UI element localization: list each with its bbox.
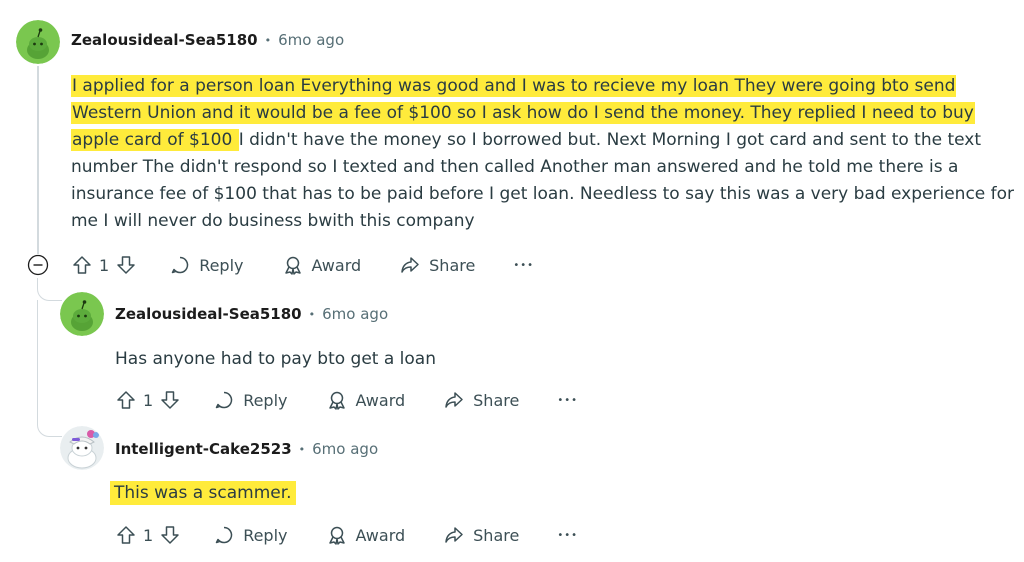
- award-label: Award: [355, 525, 406, 545]
- share-label: Share: [473, 525, 520, 545]
- more-icon: •••: [557, 529, 579, 541]
- action-bar: 1 Reply Award Share •••: [115, 521, 578, 549]
- share-label: Share: [473, 390, 520, 410]
- avatar[interactable]: [60, 426, 104, 470]
- avatar[interactable]: [16, 20, 60, 64]
- avatar[interactable]: [60, 292, 104, 336]
- award-button[interactable]: Award: [326, 524, 406, 546]
- share-button[interactable]: Share: [443, 524, 519, 546]
- award-button[interactable]: Award: [326, 389, 406, 411]
- share-icon: [445, 392, 463, 408]
- separator-dot: •: [308, 307, 316, 321]
- body-line: number The didn't respond so I texted an…: [71, 157, 959, 177]
- thread-line: [37, 66, 39, 254]
- comment-body: I applied for a person loan Everything w…: [71, 73, 1015, 235]
- timestamp[interactable]: 6mo ago: [312, 440, 378, 458]
- upvote-icon[interactable]: [115, 524, 137, 546]
- award-icon: [284, 256, 301, 275]
- body-line: insurance fee of $100 that has to be pai…: [71, 184, 1015, 204]
- more-icon: •••: [513, 259, 535, 271]
- downvote-icon[interactable]: [159, 524, 181, 546]
- reply-label: Reply: [199, 255, 244, 275]
- thread-line-branch: [37, 300, 62, 437]
- comment-body: This was a scammer.: [110, 480, 296, 507]
- share-icon: [445, 527, 463, 543]
- reply-button[interactable]: Reply: [169, 254, 244, 276]
- award-icon: [328, 526, 345, 545]
- username[interactable]: Zealousideal-Sea5180: [71, 31, 258, 49]
- comment-icon: [171, 256, 189, 274]
- highlighted-text: apple card of $100: [71, 129, 239, 151]
- reply-button[interactable]: Reply: [213, 524, 288, 546]
- body-text: I didn't have the money so I borrowed bu…: [238, 130, 982, 150]
- username[interactable]: Zealousideal-Sea5180: [115, 305, 302, 323]
- highlighted-text: This was a scammer.: [110, 481, 296, 505]
- timestamp[interactable]: 6mo ago: [278, 31, 344, 49]
- username[interactable]: Intelligent-Cake2523: [115, 440, 292, 458]
- downvote-icon[interactable]: [159, 389, 181, 411]
- share-button[interactable]: Share: [443, 389, 519, 411]
- reply-label: Reply: [243, 390, 288, 410]
- comment-icon: [215, 526, 233, 544]
- share-icon: [401, 257, 419, 273]
- more-options-button[interactable]: •••: [557, 530, 578, 541]
- share-button[interactable]: Share: [399, 254, 475, 276]
- highlighted-text: Western Union and it would be a fee of $…: [71, 102, 975, 124]
- award-button[interactable]: Award: [282, 254, 362, 276]
- action-bar: 1 Reply Award Share •••: [71, 251, 534, 279]
- more-options-button[interactable]: •••: [513, 260, 534, 271]
- share-label: Share: [429, 255, 476, 275]
- thread-line-branch: [37, 278, 62, 301]
- vote-count: 1: [99, 255, 110, 275]
- upvote-icon[interactable]: [71, 254, 93, 276]
- upvote-icon[interactable]: [115, 389, 137, 411]
- comment-icon: [215, 391, 233, 409]
- separator-dot: •: [298, 442, 306, 456]
- more-options-button[interactable]: •••: [557, 395, 578, 406]
- more-icon: •••: [557, 394, 579, 406]
- highlighted-text: I applied for a person loan Everything w…: [71, 75, 957, 97]
- reply-button[interactable]: Reply: [213, 389, 288, 411]
- separator-dot: •: [264, 33, 272, 47]
- action-bar: 1 Reply Award Share •••: [115, 386, 578, 414]
- reply-label: Reply: [243, 525, 288, 545]
- vote-count: 1: [143, 525, 154, 545]
- downvote-icon[interactable]: [115, 254, 137, 276]
- collapse-button[interactable]: [27, 254, 49, 276]
- award-icon: [328, 391, 345, 410]
- body-line: me I will never do business bwith this c…: [71, 211, 475, 231]
- comment-body: Has anyone had to pay bto get a loan: [115, 349, 436, 369]
- vote-count: 1: [143, 390, 154, 410]
- award-label: Award: [311, 255, 362, 275]
- timestamp[interactable]: 6mo ago: [322, 305, 388, 323]
- collapse-icon: [27, 254, 49, 276]
- award-label: Award: [355, 390, 406, 410]
